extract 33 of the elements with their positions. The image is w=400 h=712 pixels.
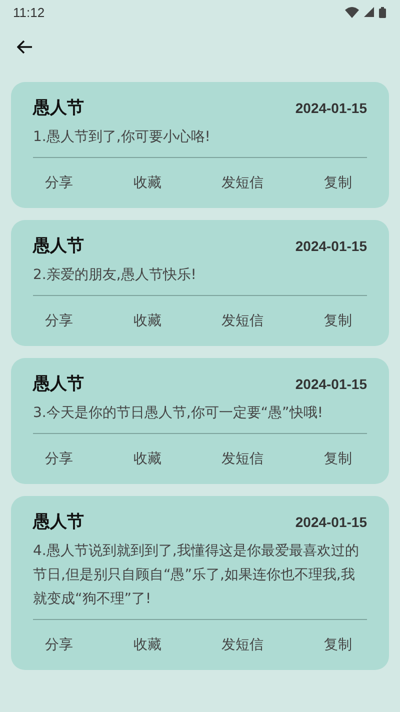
card-title: 愚人节	[33, 97, 84, 119]
action-button[interactable]: 复制	[314, 632, 362, 658]
action-button[interactable]: 收藏	[123, 170, 172, 196]
card-title: 愚人节	[33, 373, 84, 395]
card-date: 2024-01-15	[295, 238, 367, 254]
action-button[interactable]: 发短信	[212, 308, 274, 334]
action-button[interactable]: 收藏	[123, 308, 172, 334]
action-button[interactable]: 分享	[35, 170, 83, 196]
back-arrow-icon[interactable]	[17, 40, 33, 54]
action-button[interactable]: 复制	[314, 308, 362, 334]
signal-icon	[364, 7, 374, 17]
action-button[interactable]: 分享	[35, 446, 83, 472]
card-date: 2024-01-15	[295, 376, 367, 392]
card-title: 愚人节	[33, 511, 84, 533]
status-time: 11:12	[13, 4, 45, 20]
wifi-icon	[345, 6, 359, 18]
card-text: 1.愚人节到了,你可要小心咯!	[33, 128, 212, 147]
card-title: 愚人节	[33, 235, 84, 257]
action-button[interactable]: 发短信	[212, 170, 274, 196]
battery-icon	[379, 6, 386, 18]
action-button[interactable]: 复制	[314, 170, 362, 196]
card-date: 2024-01-15	[295, 100, 367, 116]
action-button[interactable]: 分享	[35, 308, 83, 334]
card-text: 3.今天是你的节日愚人节,你可一定要“愚”快哦!	[33, 404, 324, 423]
action-button[interactable]: 收藏	[123, 446, 172, 472]
card-text: 4.愚人节说到就到到了,我懂得这是你最爱最喜欢过的节日,但是别只自顾自“愚”乐了,如果连你也不理我,我就变成“狗不理”了!	[33, 542, 360, 609]
action-button[interactable]: 分享	[35, 632, 83, 658]
action-button[interactable]: 发短信	[212, 446, 274, 472]
card-date: 2024-01-15	[295, 514, 367, 530]
action-button[interactable]: 收藏	[123, 632, 172, 658]
card-text: 2.亲爱的朋友,愚人节快乐!	[33, 266, 198, 285]
action-button[interactable]: 发短信	[212, 632, 274, 658]
action-button[interactable]: 复制	[314, 446, 362, 472]
